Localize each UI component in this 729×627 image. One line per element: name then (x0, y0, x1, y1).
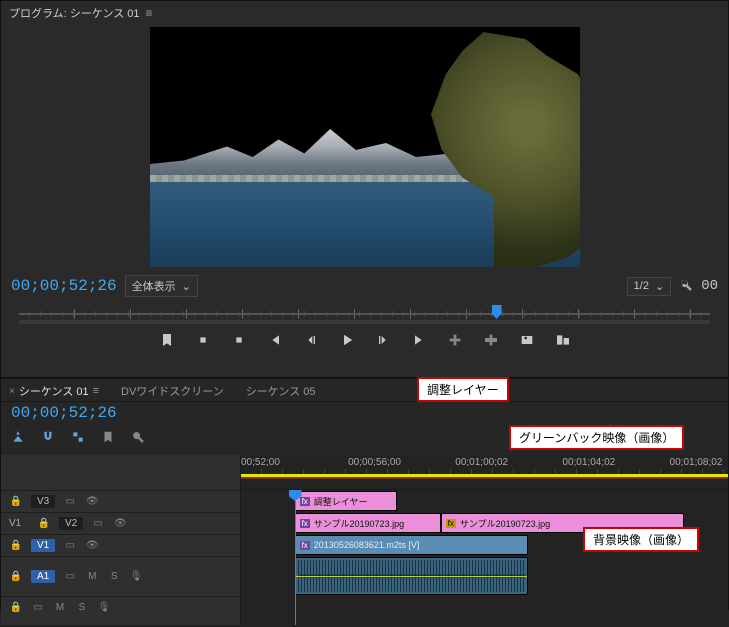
clip-label: サンプル20190723.jpg (314, 517, 404, 530)
solo-button[interactable]: S (107, 570, 121, 584)
fx-badge-icon: fx (300, 497, 310, 506)
fx-badge-icon: fx (300, 519, 310, 528)
sync-lock-icon[interactable]: ▭ (63, 495, 77, 509)
play-button[interactable] (338, 331, 356, 349)
clip-audio[interactable] (295, 557, 529, 595)
track-header-a1[interactable]: 🔒 A1 ▭ M S 🎙 (1, 556, 240, 596)
time-ruler[interactable]: 00;52;00 00;00;56;00 00;01;00;02 00;01;0… (241, 455, 728, 490)
chevron-down-icon: ⌄ (655, 280, 664, 293)
goto-out-button[interactable] (410, 331, 428, 349)
nest-icon[interactable] (11, 430, 25, 449)
work-area-bar[interactable] (241, 474, 728, 477)
ruler-tick: 00;01;00;02 (455, 457, 508, 468)
mark-out-button[interactable] (230, 331, 248, 349)
mic-icon[interactable]: 🎙 (97, 601, 111, 615)
lock-icon[interactable]: 🔒 (9, 539, 23, 553)
annotation-greenback: グリーンバック映像（画像） (509, 425, 684, 450)
tab-dv-wide[interactable]: DVワイドスクリーン (121, 383, 224, 399)
eye-icon[interactable]: 👁 (85, 495, 99, 509)
transport-bar (1, 325, 728, 357)
program-viewer[interactable] (150, 27, 580, 267)
mic-icon[interactable]: 🎙 (129, 570, 143, 584)
sync-lock-icon[interactable]: ▭ (31, 601, 45, 615)
track-label[interactable]: V1 (31, 539, 55, 552)
close-icon[interactable]: × (9, 386, 15, 397)
program-scrub[interactable] (1, 303, 728, 325)
lock-icon[interactable]: 🔒 (9, 570, 23, 584)
program-header: プログラム: シーケンス 01 ≡ (1, 1, 728, 25)
panel-menu-icon[interactable]: ≡ (93, 385, 99, 397)
timeline-panel: × シーケンス 01 ≡ DVワイドスクリーン シーケンス 05 00;00;5… (0, 378, 729, 610)
ruler-tick: 00;01;08;02 (670, 457, 723, 468)
program-right-tc: 00 (701, 278, 718, 294)
mark-in-button[interactable] (194, 331, 212, 349)
tab-label: シーケンス 05 (246, 383, 316, 399)
annotation-bg: 背景映像（画像） (583, 527, 699, 552)
fit-label: 全体表示 (132, 278, 176, 294)
scale-dropdown[interactable]: 1/2 ⌄ (627, 277, 672, 296)
clip-label: 20130526083621.m2ts [V] (314, 540, 420, 550)
add-marker-button[interactable] (158, 331, 176, 349)
mute-button[interactable]: M (53, 601, 67, 615)
lock-icon[interactable]: 🔒 (9, 495, 23, 509)
snap-icon[interactable] (41, 430, 55, 449)
tab-label: DVワイドスクリーン (121, 383, 224, 399)
timeline-tabs: × シーケンス 01 ≡ DVワイドスクリーン シーケンス 05 (1, 379, 728, 402)
timeline-playhead[interactable] (295, 490, 296, 625)
ruler-tick: 00;00;56;00 (348, 457, 401, 468)
clip-label: サンプル20190723.jpg (460, 517, 550, 530)
tab-label: シーケンス 01 (19, 383, 89, 399)
sync-lock-icon[interactable]: ▭ (63, 539, 77, 553)
linked-selection-icon[interactable] (71, 430, 85, 449)
lock-icon[interactable]: 🔒 (9, 601, 23, 615)
sync-lock-icon[interactable]: ▭ (63, 570, 77, 584)
program-title: プログラム: シーケンス 01 (9, 5, 140, 21)
lock-icon[interactable]: 🔒 (37, 517, 51, 531)
ruler-tick: 00;01;04;02 (562, 457, 615, 468)
track-header-v1[interactable]: 🔒 V1 ▭ 👁 (1, 534, 240, 556)
step-back-button[interactable] (302, 331, 320, 349)
track-label[interactable]: V2 (59, 517, 83, 530)
fit-dropdown[interactable]: 全体表示 ⌄ (125, 275, 198, 297)
export-frame-button[interactable] (518, 331, 536, 349)
tab-sequence-01[interactable]: × シーケンス 01 ≡ (9, 383, 99, 399)
chevron-down-icon: ⌄ (182, 280, 191, 293)
goto-in-button[interactable] (266, 331, 284, 349)
wrench-icon[interactable] (679, 278, 693, 295)
clip-bg-video[interactable]: fx 20130526083621.m2ts [V] (295, 535, 529, 555)
scale-label: 1/2 (634, 280, 649, 292)
extract-button[interactable] (482, 331, 500, 349)
track-header-v3[interactable]: 🔒 V3 ▭ 👁 (1, 490, 240, 512)
source-v1-label[interactable]: V1 (9, 518, 21, 529)
step-fwd-button[interactable] (374, 331, 392, 349)
track-header-a2[interactable]: 🔒 ▭ M S 🎙 (1, 596, 240, 618)
annotation-adjustment-layer: 調整レイヤー (417, 377, 509, 402)
track-header-v2[interactable]: V1 🔒 V2 ▭ 👁 (1, 512, 240, 534)
track-label[interactable]: A1 (31, 570, 55, 583)
track-label[interactable]: V3 (31, 495, 55, 508)
marker-tool-icon[interactable] (101, 430, 115, 449)
program-timecode[interactable]: 00;00;52;26 (11, 277, 117, 295)
eye-icon[interactable]: 👁 (85, 539, 99, 553)
comparison-button[interactable] (554, 331, 572, 349)
tab-sequence-05[interactable]: シーケンス 05 (246, 383, 316, 399)
timeline-timecode[interactable]: 00;00;52;26 (11, 404, 117, 422)
clip-sample-1[interactable]: fx サンプル20190723.jpg (295, 513, 441, 533)
ruler-tick: 00;52;00 (241, 457, 280, 468)
waveform-icon (298, 560, 526, 592)
clip-label: 調整レイヤー (314, 495, 368, 508)
fx-badge-icon: fx (300, 541, 310, 550)
eye-icon[interactable]: 👁 (113, 517, 127, 531)
track-headers: 🔒 V3 ▭ 👁 V1 🔒 V2 ▭ 👁 🔒 V1 ▭ 👁 🔒 (1, 455, 241, 625)
lift-button[interactable] (446, 331, 464, 349)
settings-icon[interactable] (131, 430, 145, 449)
panel-menu-icon[interactable]: ≡ (146, 6, 153, 20)
program-monitor-panel: プログラム: シーケンス 01 ≡ 00;00;52;26 全体表示 ⌄ 1/2… (0, 0, 729, 378)
clip-adjustment-layer[interactable]: fx 調整レイヤー (295, 491, 397, 511)
mute-button[interactable]: M (85, 570, 99, 584)
solo-button[interactable]: S (75, 601, 89, 615)
fx-badge-icon: fx (446, 519, 456, 528)
sync-lock-icon[interactable]: ▭ (91, 517, 105, 531)
